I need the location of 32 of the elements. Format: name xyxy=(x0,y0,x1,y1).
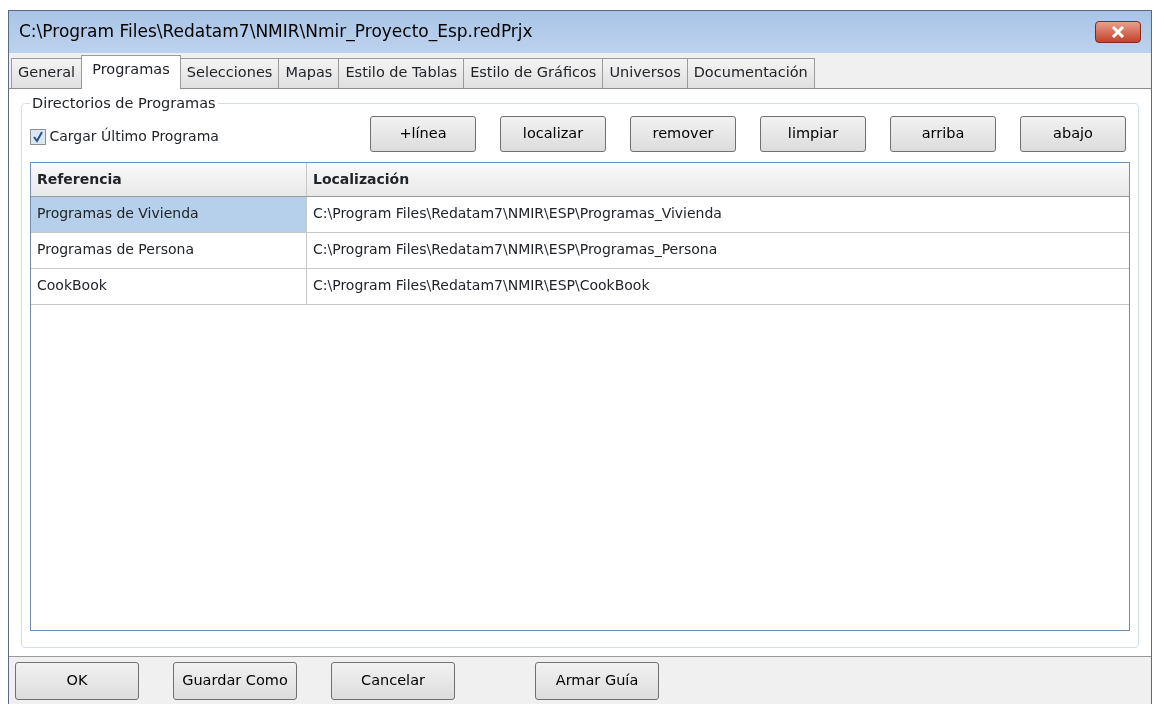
table-cell-text: C:\Program Files\Redatam7\NMIR\ESP\CookBook xyxy=(312,276,651,295)
checkbox-label[interactable]: Cargar Último Programa xyxy=(49,126,219,147)
column-header: Referencia xyxy=(31,163,307,196)
toolbar-button[interactable]: remover xyxy=(630,116,736,152)
dialog-button[interactable]: Cancelar xyxy=(331,661,455,700)
dialog-button[interactable]: Armar Guía xyxy=(535,661,659,700)
checkbox[interactable] xyxy=(30,128,46,145)
window-title: C:\Program Files\Redatam7\NMIR\Nmir_Proyecto_Esp.redPrjx xyxy=(19,20,533,44)
table-cell-text: C:\Program Files\Redatam7\NMIR\ESP\Programas_Persona xyxy=(312,240,719,259)
close-button[interactable] xyxy=(1095,21,1141,43)
tab[interactable]: Programas xyxy=(81,55,181,89)
toolbar-button[interactable]: +línea xyxy=(370,116,476,152)
tab[interactable]: Selecciones xyxy=(179,58,280,88)
dialog-button[interactable]: OK xyxy=(15,661,139,700)
table-cell: Programas de Persona xyxy=(31,233,307,268)
close-icon xyxy=(1111,26,1125,38)
table-cell: Programas de Vivienda xyxy=(31,197,307,232)
table-cell: CookBook xyxy=(31,269,307,304)
tab[interactable]: Estilo de Gráficos xyxy=(463,58,604,88)
table-cell-text: C:\Program Files\Redatam7\NMIR\ESP\Programas_Vivienda xyxy=(312,204,723,223)
toolbar-button[interactable]: arriba xyxy=(890,116,996,152)
tab[interactable]: Universos xyxy=(602,58,688,88)
tab[interactable]: General xyxy=(11,58,83,88)
toolbar-button[interactable]: localizar xyxy=(500,116,606,152)
toolbar-button[interactable]: limpiar xyxy=(760,116,866,152)
checkmark-icon xyxy=(32,130,44,143)
tab[interactable]: Documentación xyxy=(686,58,815,88)
toolbar-button[interactable]: abajo xyxy=(1020,116,1126,152)
column-header: Localización xyxy=(312,170,411,189)
tab[interactable]: Mapas xyxy=(278,58,340,88)
dialog-button[interactable]: Guardar Como xyxy=(173,661,297,700)
tab[interactable]: Estilo de Tablas xyxy=(338,58,465,88)
